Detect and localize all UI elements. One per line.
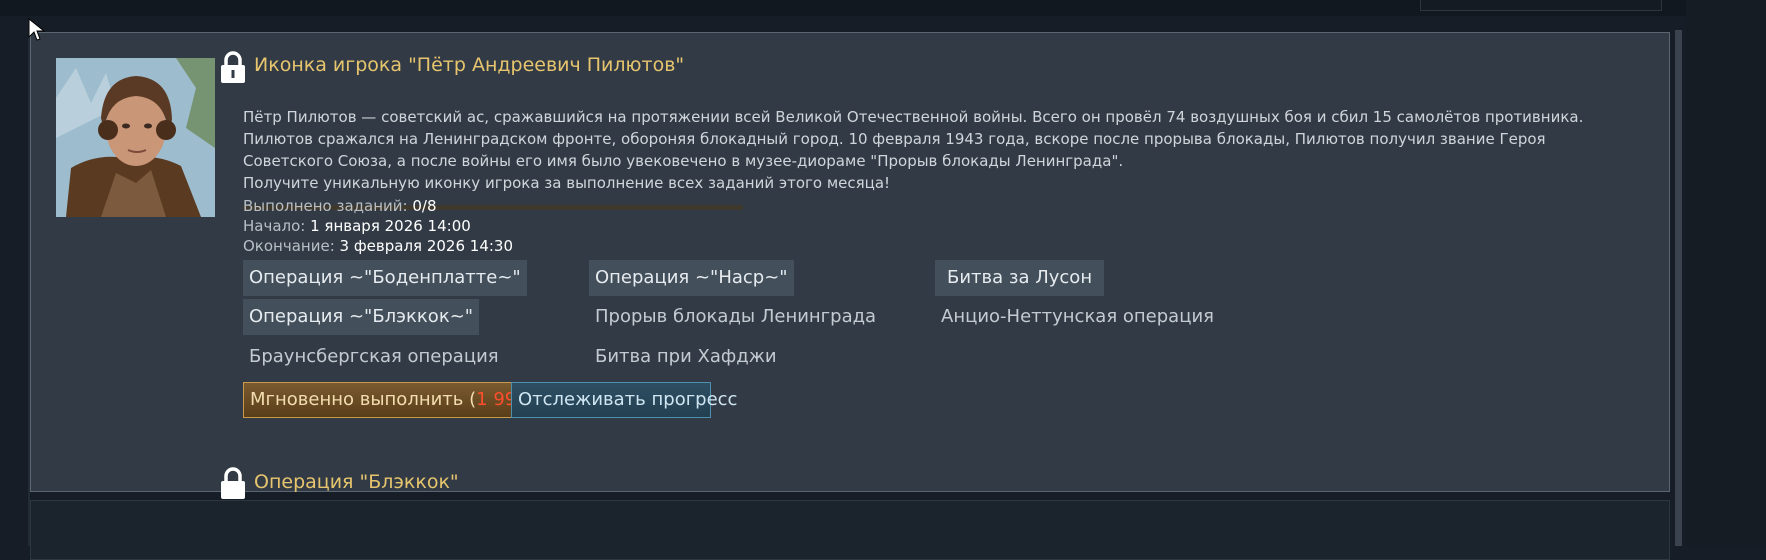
description-line: Получите уникальную иконку игрока за вып… — [243, 174, 891, 192]
lock-icon — [221, 51, 245, 83]
completed-count: Выполнено заданий: 0/8 — [243, 197, 437, 215]
end-value: 3 февраля 2026 14:30 — [339, 237, 513, 255]
description-line: Советского Союза, а после войны его имя … — [243, 152, 1124, 170]
next-task-card: Операция "Блэккок" — [30, 467, 1670, 560]
task-item[interactable]: Операция ~"Боденплатте~" — [243, 260, 527, 296]
track-progress-button[interactable]: Отслеживать прогресс — [511, 382, 737, 418]
lock-icon — [221, 467, 245, 499]
mouse-cursor-icon — [28, 18, 46, 41]
task-item[interactable]: Анцио-Неттунская операция — [935, 299, 1220, 335]
completed-label: Выполнено заданий: — [243, 197, 408, 215]
completed-value: 0/8 — [412, 197, 437, 215]
task-item[interactable]: Битва при Хафджи — [589, 339, 783, 375]
task-item[interactable]: Браунсбергская операция — [243, 339, 505, 375]
task-item[interactable]: Прорыв блокады Ленинграда — [589, 299, 882, 335]
start-date: Начало: 1 января 2026 14:00 — [243, 217, 471, 235]
description-line: Пётр Пилютов — советский ас, сражавшийся… — [243, 108, 1584, 126]
top-search-box[interactable] — [1420, 0, 1662, 11]
scrollbar[interactable] — [1675, 30, 1682, 546]
card-description: Пётр Пилютов — советский ас, сражавшийся… — [243, 106, 1663, 194]
task-card: Иконка игрока "Пётр Андреевич Пилютов" П… — [30, 32, 1670, 492]
card-title: Иконка игрока "Пётр Андреевич Пилютов" — [254, 54, 685, 76]
next-card-title: Операция "Блэккок" — [254, 471, 459, 493]
right-panel — [1686, 0, 1766, 546]
instant-complete-label: Мгновенно выполнить ( — [250, 389, 477, 410]
player-icon-portrait — [56, 58, 215, 217]
task-item[interactable]: Операция ~"Блэккок~" — [243, 299, 480, 335]
description-line: Пилютов сражался на Ленинградском фронте… — [243, 130, 1546, 148]
start-value: 1 января 2026 14:00 — [310, 217, 471, 235]
task-item[interactable]: Битва за Лусон — [935, 260, 1105, 296]
start-label: Начало: — [243, 217, 306, 235]
task-item[interactable]: Операция ~"Наср~" — [589, 260, 794, 296]
end-date: Окончание: 3 февраля 2026 14:30 — [243, 237, 513, 255]
end-label: Окончание: — [243, 237, 335, 255]
